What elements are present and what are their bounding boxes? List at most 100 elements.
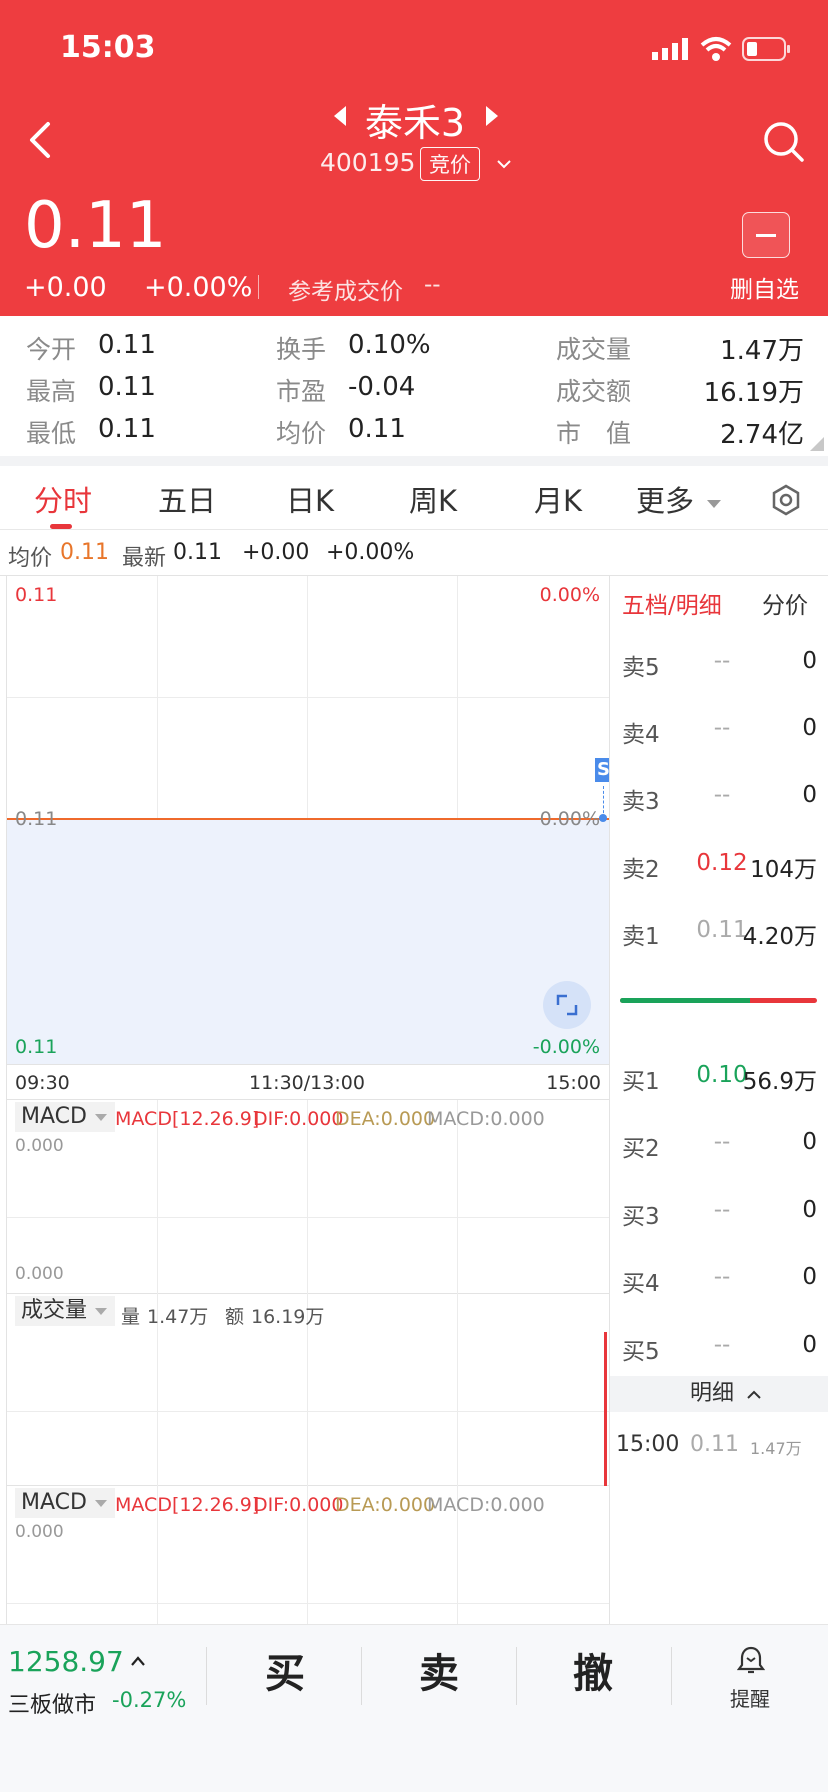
grid-line xyxy=(457,1294,458,1486)
caret-down-icon xyxy=(95,1308,108,1315)
tab-orderbook[interactable]: 五档/明细 xyxy=(622,586,722,620)
cancel-order-button[interactable]: 撤 xyxy=(518,1641,668,1699)
stock-header: 15:03 泰禾3 400195 竞价 0.11 +0.00 +0.00% 参考… xyxy=(0,0,828,316)
amount-value: 16.19万 xyxy=(703,378,804,408)
info-avg-label: 均价 xyxy=(8,546,53,571)
amount-value: 16.19万 xyxy=(251,1306,325,1328)
macd-selector[interactable]: MACD xyxy=(15,1102,115,1132)
index-widget[interactable]: 1258.97 三板做市 -0.27% xyxy=(8,1645,198,1725)
tab-weekly-k[interactable]: 周K xyxy=(409,478,457,520)
tab-price-distribution[interactable]: 分价 xyxy=(762,586,808,620)
high-value: 0.11 xyxy=(98,372,156,402)
caret-down-icon xyxy=(94,1114,107,1121)
caret-down-icon[interactable] xyxy=(706,494,722,508)
volume-value: 1.47万 xyxy=(720,336,804,366)
price-marker-dot xyxy=(599,814,607,822)
bid-label: 买5 xyxy=(622,1339,660,1365)
amount-label: 额 xyxy=(225,1306,245,1328)
chevron-down-icon[interactable] xyxy=(496,156,512,169)
bid-label: 买4 xyxy=(622,1271,660,1297)
grid-line xyxy=(7,1603,609,1604)
separator xyxy=(206,1647,207,1705)
search-icon[interactable] xyxy=(762,120,806,164)
detail-toggle[interactable]: 明细 xyxy=(610,1376,828,1412)
grid-line xyxy=(7,1217,609,1218)
detail-label: 明细 xyxy=(690,1381,735,1406)
tab-daily-k[interactable]: 日K xyxy=(286,478,334,520)
index-value: 1258.97 xyxy=(8,1645,124,1678)
settings-icon[interactable] xyxy=(770,484,802,516)
ask-price: -- xyxy=(713,715,731,741)
price-change: +0.00 xyxy=(24,272,107,303)
chart-mid-right: 0.00% xyxy=(539,808,600,830)
bottom-toolbar: 1258.97 三板做市 -0.27% 买 卖 撤 提醒 xyxy=(0,1624,828,1792)
bid-label: 买1 xyxy=(622,1069,660,1095)
tab-five-day[interactable]: 五日 xyxy=(158,478,216,520)
remove-watchlist-button[interactable] xyxy=(742,212,790,258)
bid-volume: 0 xyxy=(802,1264,817,1290)
stock-name: 泰禾3 xyxy=(364,101,466,145)
expand-icon xyxy=(556,994,578,1016)
wifi-icon xyxy=(700,36,732,62)
macd-panel-2: MACD MACD[12.26.9] DIF:0.000 DEA:0.000 M… xyxy=(7,1486,609,1624)
time-end: 15:00 xyxy=(546,1072,601,1094)
prev-stock-button[interactable] xyxy=(330,104,350,128)
ref-price-value: -- xyxy=(424,272,441,298)
trade-mode-tag[interactable]: 竞价 xyxy=(420,147,480,181)
buy-button[interactable]: 买 xyxy=(210,1641,360,1699)
back-button[interactable] xyxy=(24,118,60,162)
macd-selector[interactable]: MACD xyxy=(15,1488,115,1518)
macd-selector-label: MACD xyxy=(21,1104,87,1129)
ask-price: 0.12 xyxy=(696,850,748,876)
price-area-fill xyxy=(7,819,609,1064)
tab-monthly-k[interactable]: 月K xyxy=(534,478,582,520)
trade-volume: 1.47万 xyxy=(750,1439,802,1458)
remove-watchlist-label[interactable]: 删自选 xyxy=(730,270,799,304)
bid-price: -- xyxy=(713,1197,731,1223)
market-cap-label: 市 值 xyxy=(556,419,632,448)
ref-price-label: 参考成交价 xyxy=(288,279,403,305)
bid-volume: 0 xyxy=(802,1197,817,1223)
separator xyxy=(361,1647,362,1705)
volume-panel: 成交量 量 1.47万 额 16.19万 xyxy=(7,1294,609,1486)
macd-params: MACD[12.26.9] xyxy=(115,1108,260,1130)
volume-value: 1.47万 xyxy=(147,1306,209,1328)
next-stock-button[interactable] xyxy=(482,104,502,128)
macd-dif: DIF:0.000 xyxy=(253,1108,344,1130)
price-line xyxy=(7,818,609,820)
turnover-value: 0.10% xyxy=(348,330,431,360)
volume-selector[interactable]: 成交量 xyxy=(15,1296,116,1326)
alert-label: 提醒 xyxy=(730,1687,770,1711)
volume-label: 量 xyxy=(121,1306,141,1328)
tab-intraday[interactable]: 分时 xyxy=(34,478,92,520)
bid-price: -- xyxy=(713,1264,731,1290)
intraday-chart[interactable]: S 0.11 0.00% 0.11 0.00% 0.11 -0.00% 09:3… xyxy=(6,576,609,1624)
price-marker-tag: S xyxy=(595,758,609,782)
separator xyxy=(516,1647,517,1705)
fullscreen-button[interactable] xyxy=(543,981,591,1029)
macd-bottom: 0.000 xyxy=(15,1264,64,1284)
chevron-up-icon xyxy=(131,1656,145,1666)
bid-row-1: 买1 0.10 56.9万 xyxy=(610,1062,828,1102)
buy-share-fill xyxy=(620,998,751,1003)
stock-code: 400195 xyxy=(320,148,416,177)
alert-button[interactable]: 提醒 xyxy=(690,1645,810,1715)
bid-row-5: 买5 -- 0 xyxy=(610,1332,828,1372)
expand-corner-icon[interactable] xyxy=(810,436,824,451)
ask-price: -- xyxy=(713,782,731,808)
ask-row-1: 卖1 0.11 4.20万 xyxy=(610,917,828,957)
tab-more[interactable]: 更多 xyxy=(636,478,694,520)
time-start: 09:30 xyxy=(15,1072,70,1094)
signal-icon xyxy=(652,38,690,60)
macd-dif: DIF:0.000 xyxy=(253,1494,344,1516)
sell-button[interactable]: 卖 xyxy=(364,1641,514,1699)
chart-bottom-left: 0.11 xyxy=(15,1036,58,1058)
chart-tabs: 分时 五日 日K 周K 月K 更多 xyxy=(0,466,828,530)
bid-volume: 56.9万 xyxy=(742,1069,817,1095)
ask-row-3: 卖3 -- 0 xyxy=(610,782,828,822)
chevron-up-icon xyxy=(747,1390,761,1399)
macd-value: MACD:0.000 xyxy=(427,1108,545,1130)
bid-volume: 0 xyxy=(802,1332,817,1358)
info-avg-value: 0.11 xyxy=(60,540,109,565)
info-latest-value: 0.11 xyxy=(173,540,222,565)
